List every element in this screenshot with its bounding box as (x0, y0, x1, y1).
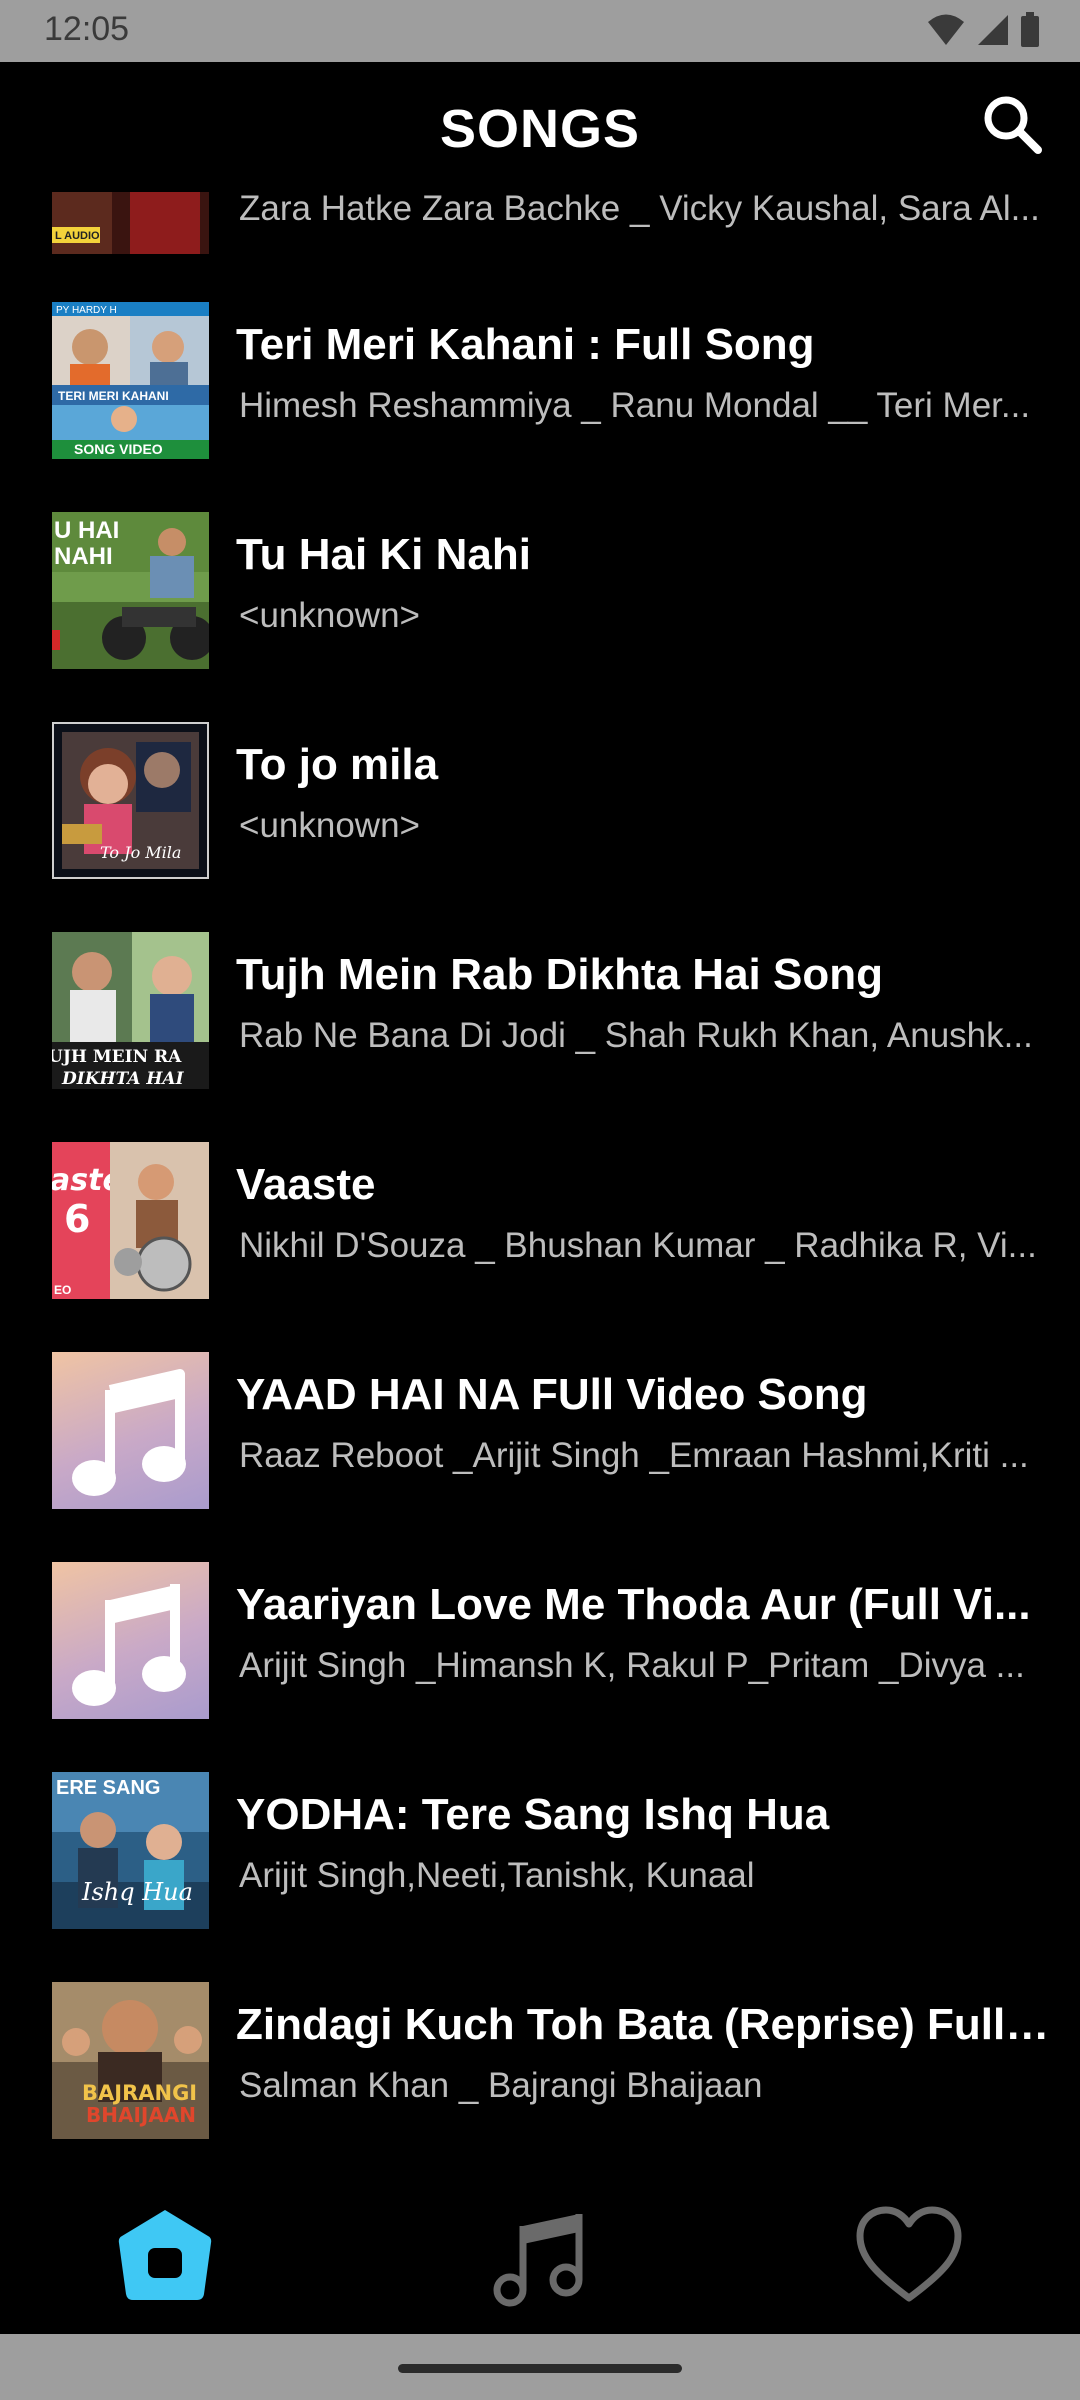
page-title: SONGS (439, 99, 641, 159)
song-item[interactable]: UJH MEIN RA DIKHTA HAI Tujh Mein Rab Dik… (0, 920, 1080, 1130)
svg-text:6: 6 (64, 1197, 90, 1241)
music-note-icon (493, 2214, 583, 2307)
song-thumbnail: BAJRANGI BHAIJAAN (52, 1982, 209, 2139)
nav-home-button[interactable] (110, 2202, 220, 2312)
song-item[interactable]: YAAD HAI NA FUll Video Song Raaz Reboot … (0, 1340, 1080, 1550)
song-item[interactable]: aste 6 EO Vaaste Nikhil D'Souza _ Bhusha… (0, 1130, 1080, 1340)
app-header: SONGS (0, 62, 1080, 192)
bottom-nav (0, 2166, 1080, 2334)
song-thumbnail: PY HARDY H TERI MERI KAHANI SONG VIDEO (52, 302, 209, 459)
app-screen: 12:05 SONGS L AUDIO Zara Hatke Zara Bach… (0, 0, 1080, 2400)
nav-player-button[interactable] (484, 2202, 594, 2312)
song-thumbnail (52, 1562, 209, 1719)
song-artist: Himesh Reshammiya _ Ranu Mondal __ Teri … (239, 386, 1031, 425)
song-thumbnail: L AUDIO (52, 192, 209, 254)
song-thumbnail: ERE SANG Ishq Hua (52, 1772, 209, 1929)
music-note-icon (72, 1369, 186, 1496)
song-item[interactable]: To Jo Mila To jo mila <unknown> (0, 710, 1080, 920)
svg-text:Ishq Hua: Ishq Hua (81, 1878, 193, 1906)
song-artist: Arijit Singh,Neeti,Tanishk, Kunaal (239, 1856, 755, 1895)
song-title: Tu Hai Ki Nahi (236, 530, 531, 579)
search-icon (984, 96, 1042, 154)
song-title: Zindagi Kuch Toh Bata (Reprise) Full ... (236, 2000, 1052, 2049)
song-artist: <unknown> (239, 596, 420, 635)
song-item[interactable]: U HAI NAHI Tu Hai Ki Nahi <unknown> (0, 500, 1080, 710)
song-thumbnail: U HAI NAHI (52, 512, 209, 669)
svg-text:To Jo Mila: To Jo Mila (100, 843, 181, 862)
status-icons (926, 12, 1040, 48)
status-time: 12:05 (44, 10, 130, 48)
song-thumbnail (52, 1352, 209, 1509)
svg-text:DIKHTA HAI: DIKHTA HAI (61, 1069, 185, 1089)
song-item[interactable]: Yaariyan Love Me Thoda Aur (Full Vi... A… (0, 1550, 1080, 1760)
svg-text:ERE SANG: ERE SANG (56, 1777, 160, 1799)
wifi-icon (928, 14, 964, 45)
song-item[interactable]: PY HARDY H TERI MERI KAHANI SONG VIDEO T… (0, 290, 1080, 500)
song-artist: Zara Hatke Zara Bachke _ Vicky Kaushal, … (239, 192, 1040, 228)
svg-text:U HAI: U HAI (54, 517, 119, 544)
nav-favorites-button[interactable] (854, 2202, 964, 2312)
song-artist: <unknown> (239, 806, 420, 845)
song-artist: Nikhil D'Souza _ Bhushan Kumar _ Radhika… (239, 1226, 1037, 1265)
song-title: Tujh Mein Rab Dikhta Hai Song (236, 950, 883, 999)
cell-signal-icon (978, 15, 1008, 45)
song-list[interactable]: L AUDIO Zara Hatke Zara Bachke _ Vicky K… (0, 192, 1080, 2166)
svg-text:BHAIJAAN: BHAIJAAN (86, 2103, 196, 2127)
search-button[interactable] (980, 92, 1044, 156)
song-item[interactable]: ERE SANG Ishq Hua YODHA: Tere Sang Ishq … (0, 1760, 1080, 1970)
song-artist: Rab Ne Bana Di Jodi _ Shah Rukh Khan, An… (239, 1016, 1033, 1055)
song-thumbnail: To Jo Mila (52, 722, 209, 879)
song-title: YODHA: Tere Sang Ishq Hua (236, 1790, 830, 1839)
heart-icon (856, 2206, 962, 2302)
song-thumbnail: aste 6 EO (52, 1142, 209, 1299)
svg-text:TERI MERI KAHANI: TERI MERI KAHANI (58, 389, 169, 403)
svg-text:PY HARDY H: PY HARDY H (56, 305, 117, 316)
song-title: Yaariyan Love Me Thoda Aur (Full Vi... (236, 1580, 1031, 1629)
song-title: YAAD HAI NA FUll Video Song (236, 1370, 868, 1419)
svg-text:L AUDIO: L AUDIO (55, 230, 100, 242)
system-gesture-bar (0, 2334, 1080, 2400)
svg-text:UJH MEIN RA: UJH MEIN RA (52, 1047, 182, 1067)
music-note-icon (72, 1584, 186, 1706)
song-thumbnail: UJH MEIN RA DIKHTA HAI (52, 932, 209, 1089)
svg-text:EO: EO (54, 1283, 71, 1297)
svg-text:SONG VIDEO: SONG VIDEO (74, 441, 163, 457)
status-bar: 12:05 (0, 0, 1080, 62)
svg-text:NAHI: NAHI (54, 543, 113, 570)
song-title: To jo mila (236, 740, 439, 789)
song-title: Vaaste (236, 1160, 376, 1209)
svg-text:BAJRANGI: BAJRANGI (82, 2081, 197, 2105)
song-artist: Salman Khan _ Bajrangi Bhaijaan (239, 2066, 763, 2105)
song-title: Teri Meri Kahani : Full Song (236, 320, 815, 369)
home-gesture-handle[interactable] (398, 2364, 682, 2373)
song-item[interactable]: BAJRANGI BHAIJAAN Zindagi Kuch Toh Bata … (0, 1970, 1080, 2166)
song-artist: Raaz Reboot _Arijit Singh _Emraan Hashmi… (239, 1436, 1029, 1475)
home-icon (118, 2210, 212, 2300)
song-artist: Arijit Singh _Himansh K, Rakul P_Pritam … (239, 1646, 1025, 1685)
battery-icon (1021, 12, 1039, 47)
